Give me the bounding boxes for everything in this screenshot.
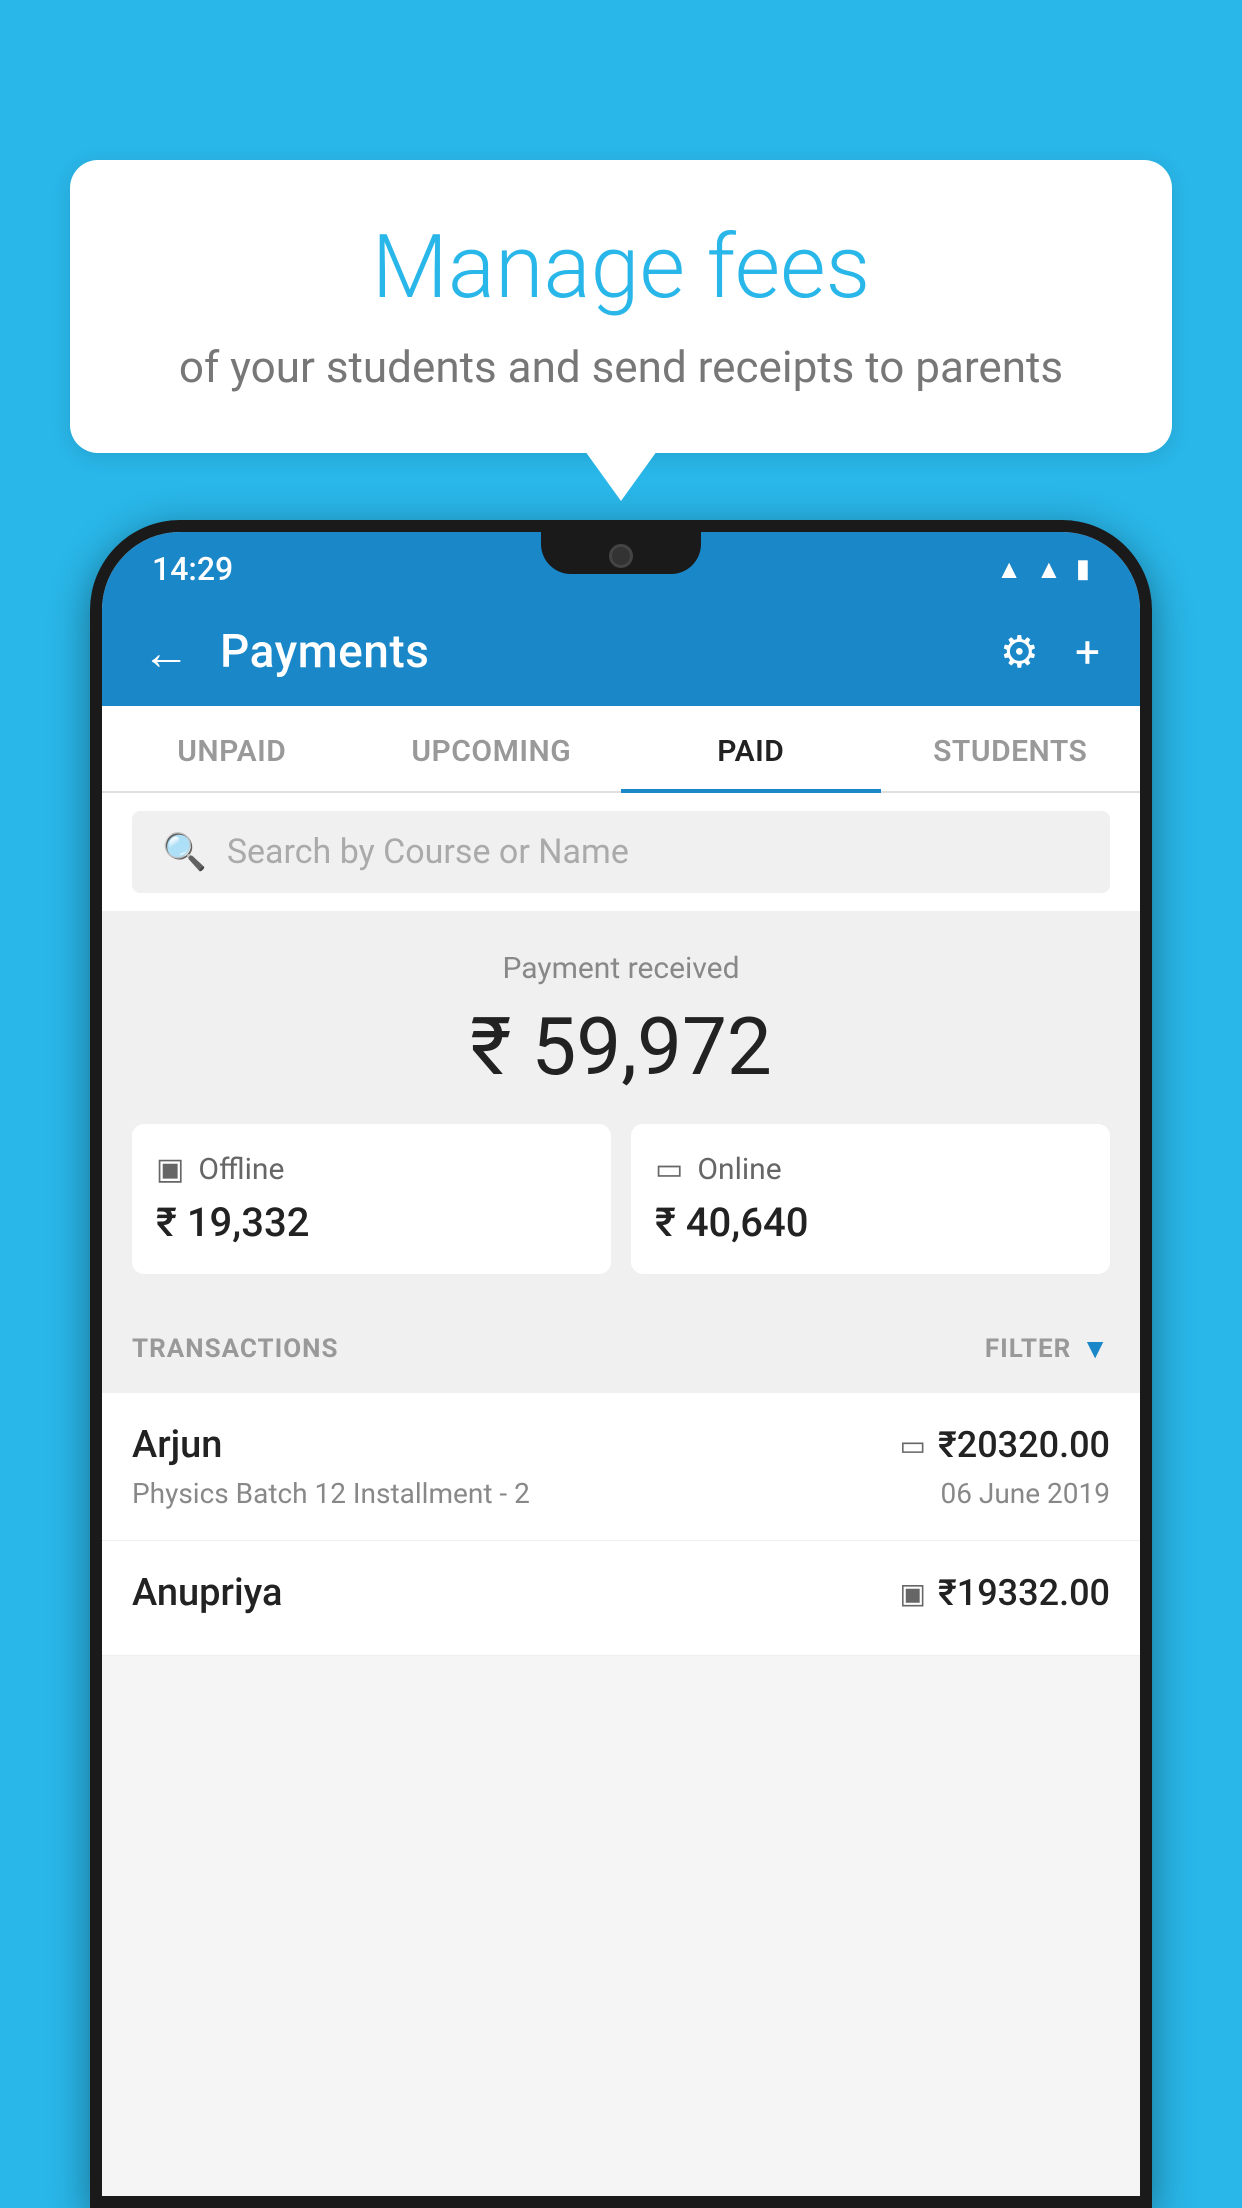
transactions-label: TRANSACTIONS: [132, 1334, 338, 1364]
transaction-list: Arjun ▭ ₹20320.00 Physics Batch 12 Insta…: [102, 1393, 1140, 1656]
status-time: 14:29: [152, 550, 233, 588]
offline-card-header: ▣ Offline: [156, 1152, 587, 1187]
table-row[interactable]: Anupriya ▣ ₹19332.00: [102, 1541, 1140, 1656]
online-payment-icon: ▭: [900, 1429, 926, 1462]
payment-received-label: Payment received: [132, 951, 1110, 986]
speech-bubble-section: Manage fees of your students and send re…: [70, 160, 1172, 501]
settings-icon[interactable]: ⚙: [1000, 626, 1039, 678]
tab-paid[interactable]: PAID: [621, 706, 881, 791]
offline-amount: ₹ 19,332: [156, 1199, 587, 1246]
transaction-row-top: Anupriya ▣ ₹19332.00: [132, 1571, 1110, 1615]
search-bar[interactable]: 🔍 Search by Course or Name: [132, 811, 1110, 893]
transaction-name: Anupriya: [132, 1571, 282, 1615]
payment-summary: Payment received ₹ 59,972 ▣ Offline ₹ 19…: [102, 911, 1140, 1304]
bubble-title: Manage fees: [150, 220, 1092, 317]
phone-screen: 14:29 ▲ ▲ ▮ ← Payments ⚙ + UNPAID UPCO: [102, 532, 1140, 2196]
payment-total-amount: ₹ 59,972: [132, 1000, 1110, 1094]
transactions-header: TRANSACTIONS FILTER ▼: [102, 1304, 1140, 1393]
transaction-row-top: Arjun ▭ ₹20320.00: [132, 1423, 1110, 1467]
online-card-header: ▭ Online: [655, 1152, 1086, 1187]
phone-frame: 14:29 ▲ ▲ ▮ ← Payments ⚙ + UNPAID UPCO: [90, 520, 1152, 2208]
search-placeholder: Search by Course or Name: [227, 832, 629, 872]
filter-button[interactable]: FILTER ▼: [985, 1332, 1110, 1365]
tabs-bar: UNPAID UPCOMING PAID STUDENTS: [102, 706, 1140, 793]
wifi-icon: ▲: [996, 554, 1022, 585]
offline-icon: ▣: [156, 1152, 184, 1187]
transaction-amount-wrap: ▣ ₹19332.00: [900, 1572, 1111, 1614]
tab-upcoming[interactable]: UPCOMING: [362, 706, 622, 791]
transaction-amount-wrap: ▭ ₹20320.00: [900, 1424, 1111, 1466]
speech-bubble: Manage fees of your students and send re…: [70, 160, 1172, 453]
transaction-desc: Physics Batch 12 Installment - 2: [132, 1477, 530, 1510]
app-header: ← Payments ⚙ +: [102, 598, 1140, 706]
transaction-row-bottom: Physics Batch 12 Installment - 2 06 June…: [132, 1477, 1110, 1510]
bubble-subtitle: of your students and send receipts to pa…: [150, 341, 1092, 393]
search-container: 🔍 Search by Course or Name: [102, 793, 1140, 911]
back-button[interactable]: ←: [142, 624, 190, 681]
payment-cards: ▣ Offline ₹ 19,332 ▭ Online ₹ 40,640: [132, 1124, 1110, 1274]
online-icon: ▭: [655, 1152, 683, 1187]
search-icon: 🔍: [162, 831, 207, 873]
online-card: ▭ Online ₹ 40,640: [631, 1124, 1110, 1274]
tab-unpaid[interactable]: UNPAID: [102, 706, 362, 791]
transaction-name: Arjun: [132, 1423, 222, 1467]
transaction-amount: ₹20320.00: [938, 1424, 1110, 1466]
offline-label: Offline: [198, 1152, 284, 1187]
signal-icon: ▲: [1036, 554, 1062, 585]
offline-payment-icon: ▣: [900, 1577, 926, 1610]
filter-icon: ▼: [1081, 1332, 1110, 1365]
tab-students[interactable]: STUDENTS: [881, 706, 1141, 791]
status-icons: ▲ ▲ ▮: [996, 554, 1090, 585]
add-icon[interactable]: +: [1075, 626, 1100, 678]
camera: [609, 544, 633, 568]
table-row[interactable]: Arjun ▭ ₹20320.00 Physics Batch 12 Insta…: [102, 1393, 1140, 1541]
header-title: Payments: [220, 625, 970, 679]
transaction-date: 06 June 2019: [940, 1477, 1110, 1510]
phone-notch: [541, 532, 701, 574]
online-label: Online: [697, 1152, 781, 1187]
offline-card: ▣ Offline ₹ 19,332: [132, 1124, 611, 1274]
filter-label: FILTER: [985, 1334, 1071, 1364]
transaction-amount: ₹19332.00: [938, 1572, 1110, 1614]
online-amount: ₹ 40,640: [655, 1199, 1086, 1246]
header-actions: ⚙ +: [1000, 626, 1100, 678]
speech-bubble-tail: [585, 451, 657, 501]
battery-icon: ▮: [1076, 554, 1090, 584]
